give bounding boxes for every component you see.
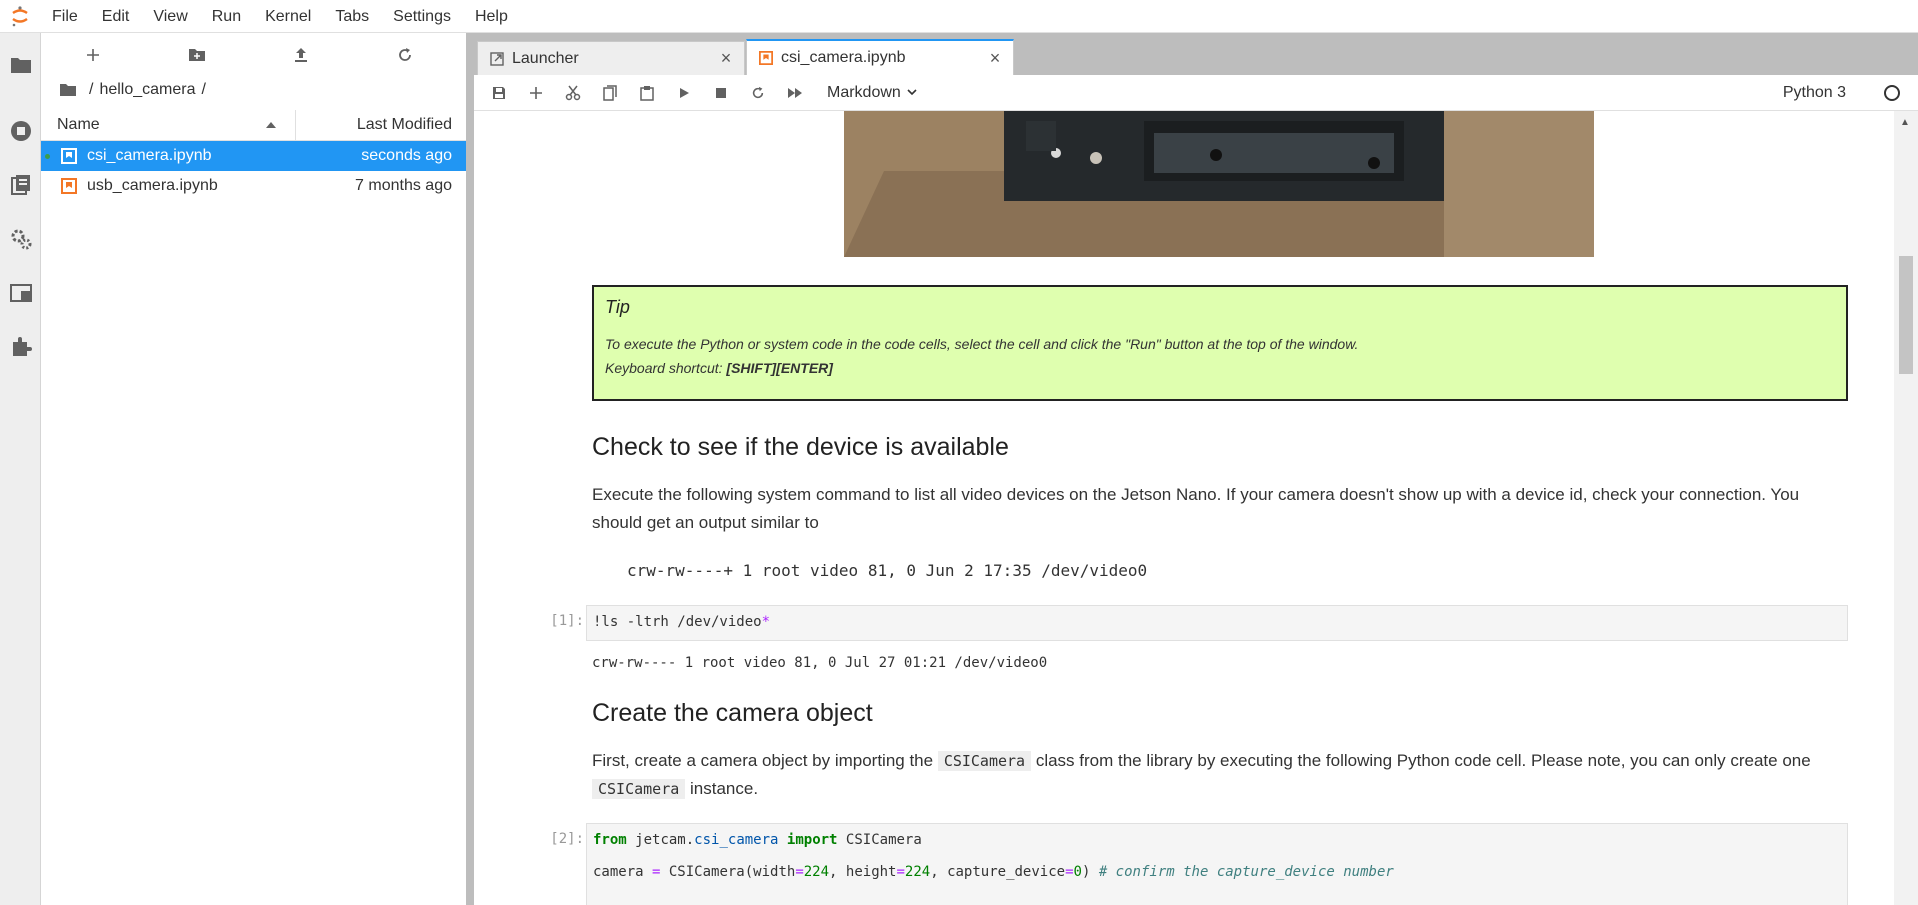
breadcrumb: / hello_camera / <box>41 77 466 103</box>
sort-up-icon <box>265 116 277 134</box>
kernel-name[interactable]: Python 3 <box>1783 75 1846 111</box>
code-cell-1[interactable]: !ls -ltrh /dev/video* <box>586 605 1848 641</box>
paragraph-create-camera: First, create a camera object by importi… <box>592 751 1811 799</box>
file-modified: seconds ago <box>361 147 452 164</box>
extensions-icon[interactable] <box>0 327 41 367</box>
notebook-scrollbar[interactable]: ▲ <box>1894 111 1918 905</box>
menu-kernel[interactable]: Kernel <box>253 0 323 33</box>
file-row[interactable]: usb_camera.ipynb 7 months ago <box>41 171 466 201</box>
file-list-header: Name Last Modified <box>41 109 466 141</box>
cell-prompt: [2]: <box>550 831 584 847</box>
paragraph-check-device: Execute the following system command to … <box>592 485 1800 532</box>
tip-box: Tip To execute the Python or system code… <box>592 285 1848 401</box>
menu-run[interactable]: Run <box>200 0 253 33</box>
scroll-up-icon[interactable]: ▲ <box>1900 117 1910 128</box>
stop-icon[interactable] <box>702 78 739 108</box>
tab-bar: Launcher × csi_camera.ipynb × <box>474 33 1918 75</box>
upload-button[interactable] <box>249 33 353 77</box>
main-area: Launcher × csi_camera.ipynb × Markdown P… <box>474 33 1918 905</box>
modified-column-header[interactable]: Last Modified <box>296 116 466 134</box>
close-icon[interactable]: × <box>716 48 736 69</box>
commands-icon[interactable] <box>0 165 41 205</box>
new-folder-button[interactable] <box>145 33 249 77</box>
tip-title: Tip <box>605 297 630 317</box>
code-cell-2[interactable]: from jetcam.csi_camera import CSICamera … <box>586 823 1848 905</box>
add-cell-icon[interactable] <box>517 78 554 108</box>
breadcrumb-trail: / <box>201 81 206 98</box>
breadcrumb-root[interactable]: / <box>89 81 93 99</box>
panel-splitter[interactable] <box>466 33 474 905</box>
file-name: usb_camera.ipynb <box>87 177 218 194</box>
fast-forward-icon[interactable] <box>776 78 813 108</box>
tip-line-1: To execute the Python or system code in … <box>605 336 1359 352</box>
copy-icon[interactable] <box>591 78 628 108</box>
cell-type-select[interactable]: Markdown <box>827 84 917 102</box>
heading-create-camera: Create the camera object <box>592 699 873 727</box>
tip-line-2: Keyboard shortcut: [SHIFT][ENTER] <box>605 360 833 376</box>
notebook-file-icon <box>759 51 773 65</box>
menu-tabs[interactable]: Tabs <box>323 0 381 33</box>
tab-launcher[interactable]: Launcher × <box>477 41 745 75</box>
menu-bar: File Edit View Run Kernel Tabs Settings … <box>0 0 1918 33</box>
cell-output-1: crw-rw---- 1 root video 81, 0 Jul 27 01:… <box>592 655 1048 671</box>
paste-icon[interactable] <box>628 78 665 108</box>
folder-icon[interactable] <box>0 45 41 85</box>
property-inspector-icon[interactable] <box>0 219 41 259</box>
refresh-button[interactable] <box>353 33 457 77</box>
heading-check-device: Check to see if the device is available <box>592 433 1009 461</box>
save-icon[interactable] <box>480 78 517 108</box>
board-photo <box>844 111 1594 257</box>
menu-settings[interactable]: Settings <box>381 0 463 33</box>
cut-icon[interactable] <box>554 78 591 108</box>
menu-file[interactable]: File <box>40 0 90 33</box>
file-row[interactable]: csi_camera.ipynb seconds ago <box>41 141 466 171</box>
inline-code: CSICamera <box>592 779 686 799</box>
notebook-file-icon <box>59 176 79 196</box>
folder-icon[interactable] <box>59 83 77 97</box>
tab-label: Launcher <box>512 49 579 67</box>
new-launcher-button[interactable] <box>41 33 145 77</box>
launcher-icon <box>490 51 504 66</box>
activity-bar <box>0 33 41 905</box>
cell-prompt: [1]: <box>550 613 584 629</box>
menu-help[interactable]: Help <box>463 0 520 33</box>
keyboard-shortcut: [SHIFT][ENTER] <box>726 360 833 376</box>
tab-label: csi_camera.ipynb <box>781 49 906 66</box>
inline-code: CSICamera <box>937 751 1032 771</box>
running-indicator-icon <box>45 153 50 159</box>
menu-view[interactable]: View <box>141 0 199 33</box>
close-icon[interactable]: × <box>985 48 1005 68</box>
run-icon[interactable] <box>665 78 702 108</box>
notebook-toolbar: Markdown Python 3 <box>474 75 1918 111</box>
tab-csi-camera[interactable]: csi_camera.ipynb × <box>746 39 1014 75</box>
file-browser-toolbar <box>41 33 466 77</box>
running-icon[interactable] <box>0 111 41 151</box>
file-name: csi_camera.ipynb <box>87 147 212 164</box>
breadcrumb-folder[interactable]: hello_camera <box>99 81 195 99</box>
tabs-icon[interactable] <box>0 273 41 313</box>
notebook-panel: Tip To execute the Python or system code… <box>474 111 1918 905</box>
restart-icon[interactable] <box>739 78 776 108</box>
file-browser: / hello_camera / Name Last Modified csi_… <box>41 33 466 905</box>
name-column-header[interactable]: Name <box>41 109 296 141</box>
preformatted-sample-output: crw-rw----+ 1 root video 81, 0 Jun 2 17:… <box>627 561 1148 580</box>
scroll-thumb[interactable] <box>1899 256 1913 374</box>
notebook-file-icon <box>59 146 79 166</box>
menu-edit[interactable]: Edit <box>90 0 142 33</box>
kernel-status-icon <box>1884 85 1900 101</box>
file-modified: 7 months ago <box>355 177 452 194</box>
chevron-down-icon <box>907 89 917 96</box>
jupyter-logo-icon <box>0 0 40 33</box>
